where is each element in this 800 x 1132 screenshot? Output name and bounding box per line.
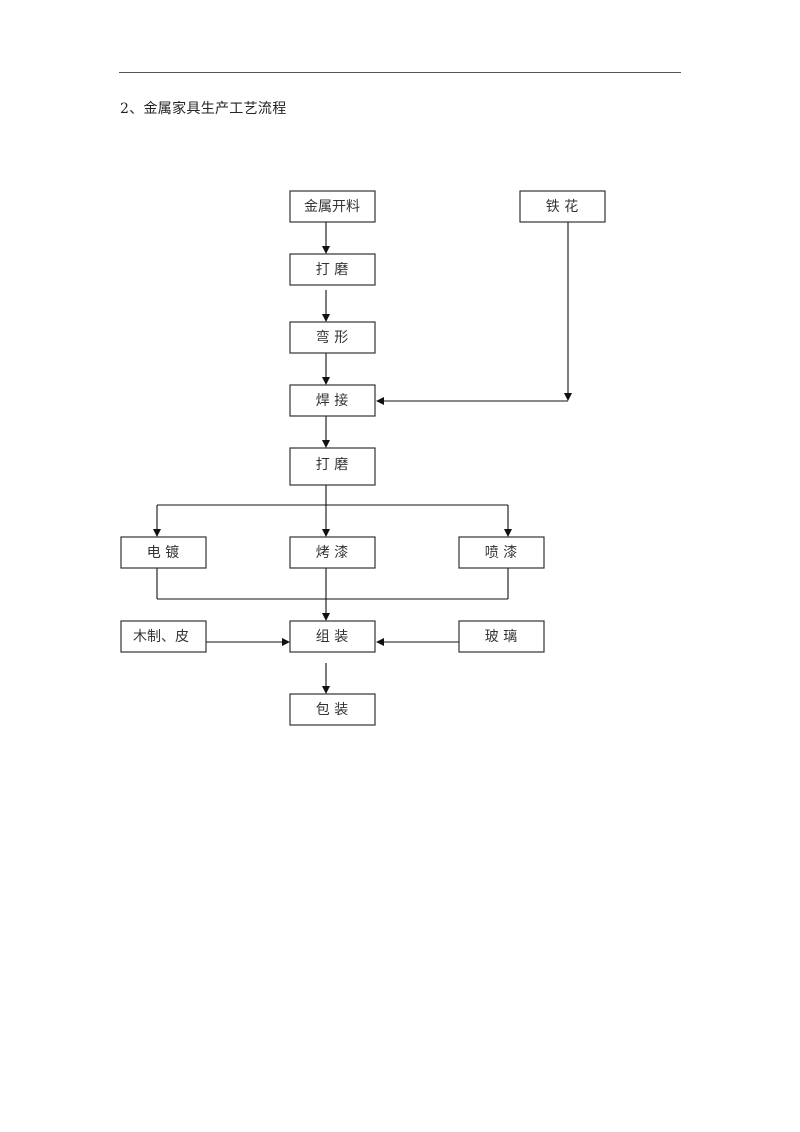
arrowhead — [153, 529, 161, 537]
node-iron-flower: 铁 花 — [519, 190, 606, 223]
node-polish-2: 打 磨 — [289, 447, 376, 486]
node-label: 铁 花 — [546, 199, 578, 215]
node-label: 弯 形 — [316, 329, 348, 346]
arrowhead — [504, 529, 512, 537]
arrowhead — [376, 397, 384, 405]
node-label: 焊 接 — [316, 392, 348, 409]
node-label: 组 装 — [316, 629, 348, 645]
arrowhead — [322, 377, 330, 385]
arrowhead — [322, 246, 330, 254]
node-label: 烤 漆 — [316, 545, 348, 561]
node-label: 玻 璃 — [485, 628, 517, 645]
node-label: 打 磨 — [316, 261, 348, 278]
node-glass: 玻 璃 — [458, 620, 545, 653]
node-wood-leather: 木制、皮 — [120, 620, 207, 653]
node-label: 喷 漆 — [485, 545, 517, 561]
arrowhead — [322, 529, 330, 537]
node-label: 木制、皮 — [133, 629, 189, 645]
arrowhead — [376, 638, 384, 646]
arrowhead — [322, 613, 330, 621]
node-bake-paint: 烤 漆 — [289, 536, 376, 569]
arrowhead — [322, 686, 330, 694]
arrowhead — [322, 440, 330, 448]
node-cutting: 金属开料 — [289, 190, 376, 223]
node-spray-paint: 喷 漆 — [458, 536, 545, 569]
process-flowchart: 金属开料 铁 花 打 磨 弯 形 焊 接 打 磨 电 镀 烤 漆 喷 漆 木制、… — [120, 190, 606, 726]
node-welding: 焊 接 — [289, 384, 376, 417]
node-label: 打 磨 — [316, 456, 348, 473]
node-label: 电 镀 — [147, 544, 179, 561]
node-packaging: 包 装 — [289, 693, 376, 726]
arrowhead — [322, 314, 330, 322]
node-label: 金属开料 — [304, 199, 360, 215]
node-electroplate: 电 镀 — [120, 536, 207, 569]
node-bending: 弯 形 — [289, 321, 376, 354]
node-polish-1: 打 磨 — [289, 253, 376, 286]
node-label: 包 装 — [316, 702, 348, 718]
arrowhead — [282, 638, 290, 646]
arrowhead — [564, 393, 572, 401]
node-assembly: 组 装 — [289, 620, 376, 653]
